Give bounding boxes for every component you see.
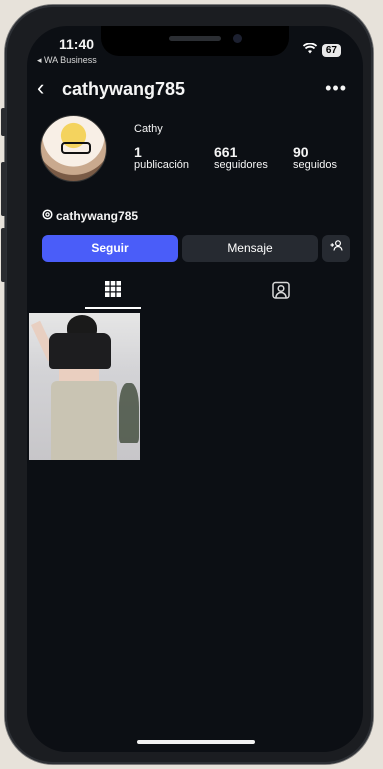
screen: 11:40 ◂ WA Business 67 ‹ cathywang785 ••…: [27, 26, 363, 752]
back-icon[interactable]: ‹: [37, 77, 44, 99]
wifi-icon: [302, 41, 317, 59]
avatar-detail: [61, 142, 91, 154]
post-image-detail: [49, 333, 111, 369]
stat-following[interactable]: 90 seguidos: [293, 144, 338, 172]
speaker: [169, 36, 221, 41]
status-indicators: 67: [302, 41, 341, 59]
stat-posts[interactable]: 1 publicación: [134, 144, 190, 172]
phone-side-button: [1, 108, 6, 136]
avatar[interactable]: [40, 115, 107, 182]
threads-icon: [42, 209, 53, 223]
status-time: 11:40: [59, 36, 95, 52]
follow-button[interactable]: Seguir: [42, 235, 178, 262]
front-camera: [233, 34, 242, 43]
stat-following-count: 90: [293, 144, 309, 160]
stat-posts-label: publicación: [134, 159, 190, 171]
phone-side-button: [1, 162, 6, 216]
phone-side-button: [1, 228, 6, 282]
post-image-detail: [119, 383, 139, 443]
stat-followers-count: 661: [214, 144, 238, 160]
grid-icon: [105, 281, 121, 302]
stat-following-label: seguidos: [293, 159, 338, 171]
post-image-detail: [51, 381, 117, 460]
profile-name: Cathy: [134, 123, 163, 135]
post-image-detail: [59, 369, 99, 381]
tagged-person-icon: [272, 281, 290, 309]
add-person-icon: [330, 240, 343, 254]
back-to-app-link[interactable]: ◂ WA Business: [37, 55, 97, 66]
suggest-people-button[interactable]: [322, 235, 350, 262]
battery-icon: 67: [321, 43, 341, 57]
more-options-icon[interactable]: •••: [325, 78, 347, 99]
tab-posts-grid[interactable]: [85, 279, 141, 309]
notch: [101, 26, 289, 56]
page-title: cathywang785: [62, 79, 186, 99]
message-button[interactable]: Mensaje: [182, 235, 318, 262]
tab-tagged[interactable]: [253, 279, 309, 309]
threads-link[interactable]: cathywang785: [42, 209, 138, 223]
profile-tabs: [27, 279, 363, 309]
stat-followers-label: seguidores: [214, 159, 268, 171]
home-indicator[interactable]: [137, 740, 255, 744]
post-thumbnail[interactable]: [29, 313, 140, 460]
stat-posts-count: 1: [134, 144, 142, 160]
profile-header: ‹ cathywang785 •••: [27, 77, 363, 102]
threads-handle: cathywang785: [56, 209, 139, 223]
stat-followers[interactable]: 661 seguidores: [214, 144, 268, 172]
